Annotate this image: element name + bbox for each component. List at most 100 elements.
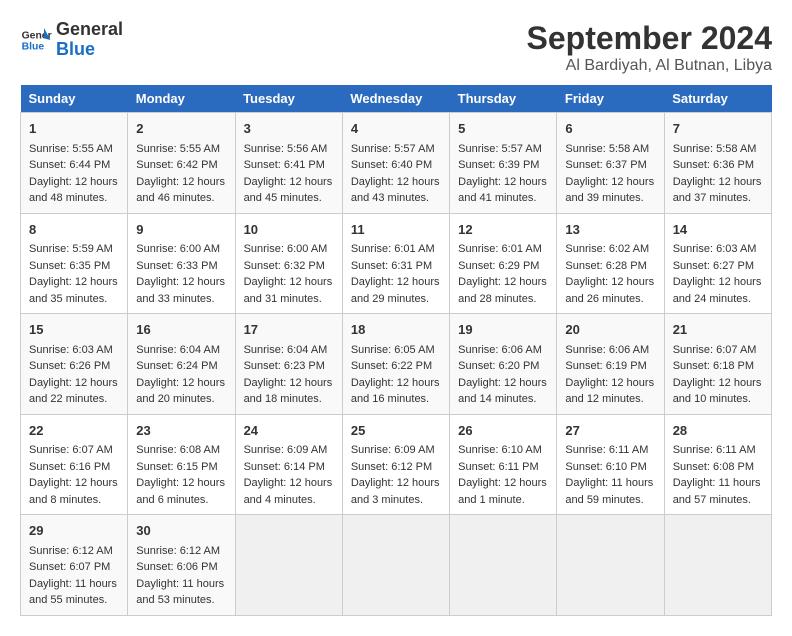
daylight-text: Daylight: 12 hours and 20 minutes. bbox=[136, 375, 226, 408]
sunset-text: Sunset: 6:26 PM bbox=[29, 358, 119, 375]
day-cell-16: 16 Sunrise: 6:04 AMSunset: 6:24 PMDayligh… bbox=[128, 314, 235, 415]
daylight-text: Daylight: 12 hours and 39 minutes. bbox=[565, 174, 655, 207]
sunset-text: Sunset: 6:32 PM bbox=[244, 258, 334, 275]
sunset-text: Sunset: 6:41 PM bbox=[244, 157, 334, 174]
logo: General Blue General Blue bbox=[20, 20, 123, 60]
header-day-tuesday: Tuesday bbox=[235, 85, 342, 113]
day-cell-10: 10Sunrise: 6:00 AMSunset: 6:32 PMDayligh… bbox=[235, 213, 342, 314]
sunrise-text: Sunrise: 6:04 AM bbox=[244, 342, 334, 359]
daylight-text: Daylight: 11 hours and 55 minutes. bbox=[29, 576, 119, 609]
day-number: 22 bbox=[29, 421, 119, 441]
sunrise-text: Sunrise: 5:55 AM bbox=[29, 141, 119, 158]
sunset-text: Sunset: 6:31 PM bbox=[351, 258, 441, 275]
day-cell-7: 7Sunrise: 5:58 AMSunset: 6:36 PMDaylight… bbox=[664, 113, 771, 214]
sunset-text: Sunset: 6:39 PM bbox=[458, 157, 548, 174]
day-number: 26 bbox=[458, 421, 548, 441]
sunrise-text: Sunrise: 6:03 AM bbox=[29, 342, 119, 359]
sunset-text: Sunset: 6:24 PM bbox=[136, 358, 226, 375]
daylight-text: Daylight: 12 hours and 37 minutes. bbox=[673, 174, 763, 207]
sunrise-text: Sunrise: 6:06 AM bbox=[565, 342, 655, 359]
daylight-text: Daylight: 12 hours and 12 minutes. bbox=[565, 375, 655, 408]
sunset-text: Sunset: 6:23 PM bbox=[244, 358, 334, 375]
day-cell-29: 29Sunrise: 6:12 AMSunset: 6:07 PMDayligh… bbox=[21, 515, 128, 616]
sunset-text: Sunset: 6:40 PM bbox=[351, 157, 441, 174]
day-cell-26: 26Sunrise: 6:10 AMSunset: 6:11 PMDayligh… bbox=[450, 414, 557, 515]
day-cell-11: 11Sunrise: 6:01 AMSunset: 6:31 PMDayligh… bbox=[342, 213, 449, 314]
daylight-text: Daylight: 11 hours and 57 minutes. bbox=[673, 475, 763, 508]
sunrise-text: Sunrise: 6:00 AM bbox=[244, 241, 334, 258]
header-day-saturday: Saturday bbox=[664, 85, 771, 113]
daylight-text: Daylight: 12 hours and 24 minutes. bbox=[673, 274, 763, 307]
day-number: 14 bbox=[673, 220, 763, 240]
daylight-text: Daylight: 12 hours and 1 minute. bbox=[458, 475, 548, 508]
day-number: 30 bbox=[136, 521, 226, 541]
empty-cell bbox=[342, 515, 449, 616]
day-number: 23 bbox=[136, 421, 226, 441]
calendar-week-1: 1Sunrise: 5:55 AMSunset: 6:44 PMDaylight… bbox=[21, 113, 772, 214]
sunrise-text: Sunrise: 6:01 AM bbox=[351, 241, 441, 258]
day-cell-19: 19Sunrise: 6:06 AMSunset: 6:20 PMDayligh… bbox=[450, 314, 557, 415]
sunrise-text: Sunrise: 6:03 AM bbox=[673, 241, 763, 258]
sunset-text: Sunset: 6:19 PM bbox=[565, 358, 655, 375]
day-cell-24: 24Sunrise: 6:09 AMSunset: 6:14 PMDayligh… bbox=[235, 414, 342, 515]
sunset-text: Sunset: 6:22 PM bbox=[351, 358, 441, 375]
daylight-text: Daylight: 12 hours and 6 minutes. bbox=[136, 475, 226, 508]
sunset-text: Sunset: 6:07 PM bbox=[29, 559, 119, 576]
sunset-text: Sunset: 6:18 PM bbox=[673, 358, 763, 375]
title-block: September 2024 Al Bardiyah, Al Butnan, L… bbox=[527, 20, 772, 75]
day-number: 20 bbox=[565, 320, 655, 340]
sunrise-text: Sunrise: 5:58 AM bbox=[565, 141, 655, 158]
sunrise-text: Sunrise: 6:07 AM bbox=[29, 442, 119, 459]
sunrise-text: Sunrise: 6:04 AM bbox=[136, 342, 226, 359]
sunrise-text: Sunrise: 5:55 AM bbox=[136, 141, 226, 158]
day-cell-15: 15Sunrise: 6:03 AMSunset: 6:26 PMDayligh… bbox=[21, 314, 128, 415]
day-number: 8 bbox=[29, 220, 119, 240]
sunrise-text: Sunrise: 6:05 AM bbox=[351, 342, 441, 359]
daylight-text: Daylight: 12 hours and 16 minutes. bbox=[351, 375, 441, 408]
day-cell-18: 18Sunrise: 6:05 AMSunset: 6:22 PMDayligh… bbox=[342, 314, 449, 415]
day-number: 3 bbox=[244, 119, 334, 139]
day-number: 2 bbox=[136, 119, 226, 139]
sunset-text: Sunset: 6:29 PM bbox=[458, 258, 548, 275]
calendar-week-4: 22Sunrise: 6:07 AMSunset: 6:16 PMDayligh… bbox=[21, 414, 772, 515]
day-number: 25 bbox=[351, 421, 441, 441]
day-cell-3: 3Sunrise: 5:56 AMSunset: 6:41 PMDaylight… bbox=[235, 113, 342, 214]
day-number: 21 bbox=[673, 320, 763, 340]
sunset-text: Sunset: 6:44 PM bbox=[29, 157, 119, 174]
day-number: 10 bbox=[244, 220, 334, 240]
sunset-text: Sunset: 6:10 PM bbox=[565, 459, 655, 476]
sunrise-text: Sunrise: 6:00 AM bbox=[136, 241, 226, 258]
day-number: 1 bbox=[29, 119, 119, 139]
sunset-text: Sunset: 6:11 PM bbox=[458, 459, 548, 476]
sunrise-text: Sunrise: 5:57 AM bbox=[458, 141, 548, 158]
svg-text:Blue: Blue bbox=[22, 41, 45, 52]
daylight-text: Daylight: 12 hours and 26 minutes. bbox=[565, 274, 655, 307]
day-cell-22: 22Sunrise: 6:07 AMSunset: 6:16 PMDayligh… bbox=[21, 414, 128, 515]
location-title: Al Bardiyah, Al Butnan, Libya bbox=[527, 57, 772, 75]
empty-cell bbox=[235, 515, 342, 616]
sunrise-text: Sunrise: 5:58 AM bbox=[673, 141, 763, 158]
sunset-text: Sunset: 6:15 PM bbox=[136, 459, 226, 476]
sunrise-text: Sunrise: 6:02 AM bbox=[565, 241, 655, 258]
sunset-text: Sunset: 6:37 PM bbox=[565, 157, 655, 174]
day-cell-1: 1Sunrise: 5:55 AMSunset: 6:44 PMDaylight… bbox=[21, 113, 128, 214]
sunset-text: Sunset: 6:14 PM bbox=[244, 459, 334, 476]
day-number: 24 bbox=[244, 421, 334, 441]
day-number: 5 bbox=[458, 119, 548, 139]
daylight-text: Daylight: 12 hours and 8 minutes. bbox=[29, 475, 119, 508]
day-cell-20: 20 Sunrise: 6:06 AMSunset: 6:19 PMDayligh… bbox=[557, 314, 664, 415]
day-cell-9: 9Sunrise: 6:00 AMSunset: 6:33 PMDaylight… bbox=[128, 213, 235, 314]
calendar-week-2: 8Sunrise: 5:59 AMSunset: 6:35 PMDaylight… bbox=[21, 213, 772, 314]
header-day-sunday: Sunday bbox=[21, 85, 128, 113]
day-number: 15 bbox=[29, 320, 119, 340]
calendar-table: SundayMondayTuesdayWednesdayThursdayFrid… bbox=[20, 85, 772, 616]
sunrise-text: Sunrise: 6:08 AM bbox=[136, 442, 226, 459]
sunset-text: Sunset: 6:36 PM bbox=[673, 157, 763, 174]
header-day-friday: Friday bbox=[557, 85, 664, 113]
sunrise-text: Sunrise: 5:57 AM bbox=[351, 141, 441, 158]
sunset-text: Sunset: 6:08 PM bbox=[673, 459, 763, 476]
day-number: 16 bbox=[136, 320, 226, 340]
page-header: General Blue General Blue September 2024… bbox=[20, 20, 772, 75]
day-number: 6 bbox=[565, 119, 655, 139]
daylight-text: Daylight: 12 hours and 35 minutes. bbox=[29, 274, 119, 307]
